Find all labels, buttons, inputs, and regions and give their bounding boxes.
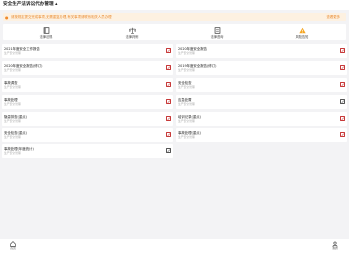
- list-item[interactable]: 事故处理(年度统计) 生产安全管理: [2, 144, 173, 158]
- list-item[interactable]: 隐患排查(重点) 生产安全管理: [2, 112, 173, 126]
- scale-icon: [128, 27, 136, 34]
- action-button[interactable]: [340, 65, 345, 70]
- list-item[interactable]: 事故处理(重点) 生产安全管理: [176, 128, 347, 142]
- bottom-nav: 首页 我的: [0, 239, 349, 253]
- action-button[interactable]: [340, 48, 345, 53]
- pen-icon: [341, 100, 345, 104]
- list-item[interactable]: 培训记录(重点) 生产安全管理: [176, 112, 347, 126]
- tab-laws[interactable]: 法律法规: [4, 25, 88, 39]
- pen-icon: [167, 117, 171, 121]
- action-button[interactable]: [166, 48, 171, 53]
- pen-icon: [341, 133, 345, 137]
- list-item[interactable]: 安全检查 生产安全管理: [176, 78, 347, 92]
- page-title[interactable]: 安全生产法诉讼代办管理 ▴: [3, 2, 57, 8]
- pen-icon: [341, 83, 345, 87]
- list-item[interactable]: 2020年度安全报告 生产安全管理: [176, 44, 347, 58]
- list-item[interactable]: 2021年度安全工作报告 生产安全管理: [2, 44, 173, 58]
- list-item[interactable]: 2020年度安全报告(修订) 生产安全管理: [2, 61, 173, 75]
- app-header: 安全生产法诉讼代办管理 ▴: [0, 0, 349, 10]
- notice-text: 请按规定提交完成事项,无需重复办理,有关事项请联系相关人员办理: [11, 14, 112, 19]
- book-icon: [43, 27, 49, 34]
- pen-icon: [167, 100, 171, 104]
- nav-profile[interactable]: 我的: [329, 241, 341, 251]
- action-button[interactable]: [166, 132, 171, 137]
- pen-icon: [167, 66, 171, 70]
- pen-icon: [167, 83, 171, 87]
- pen-icon: [341, 66, 345, 70]
- warning-icon: [298, 27, 306, 34]
- pen-icon: [341, 117, 345, 121]
- action-button[interactable]: [340, 99, 345, 104]
- action-button[interactable]: [166, 82, 171, 87]
- pen-icon: [167, 49, 171, 53]
- list-item[interactable]: 事故调查 生产安全管理: [2, 78, 173, 92]
- category-tabs: 法律法规 法律判例 法律咨询 风险告知: [3, 24, 346, 40]
- action-button[interactable]: [340, 132, 345, 137]
- action-button[interactable]: [166, 148, 171, 153]
- nav-home[interactable]: 首页: [7, 241, 19, 251]
- bell-icon: ●: [5, 14, 9, 20]
- action-button[interactable]: [340, 116, 345, 121]
- list-item[interactable]: 应急处置 生产安全管理: [176, 95, 347, 109]
- list-item[interactable]: 事故处理 生产安全管理: [2, 95, 173, 109]
- action-button[interactable]: [166, 116, 171, 121]
- doc-icon: [214, 27, 220, 34]
- action-button[interactable]: [166, 65, 171, 70]
- notice-more-link[interactable]: 查看更多: [326, 15, 340, 20]
- list-item[interactable]: 安全检查(重点) 生产安全管理: [2, 128, 173, 142]
- action-button[interactable]: [340, 82, 345, 87]
- action-button[interactable]: [166, 99, 171, 104]
- tab-cases[interactable]: 法律判例: [90, 25, 174, 39]
- pen-icon: [167, 133, 171, 137]
- pen-icon: [341, 49, 345, 53]
- tab-consult[interactable]: 法律咨询: [175, 25, 259, 39]
- notice-banner: ● 请按规定提交完成事项,无需重复办理,有关事项请联系相关人员办理 查看更多: [3, 13, 346, 21]
- list-item[interactable]: 2019年度安全报告(修订) 生产安全管理: [176, 61, 347, 75]
- tab-risk[interactable]: 风险告知: [260, 25, 344, 39]
- pen-icon: [167, 149, 171, 153]
